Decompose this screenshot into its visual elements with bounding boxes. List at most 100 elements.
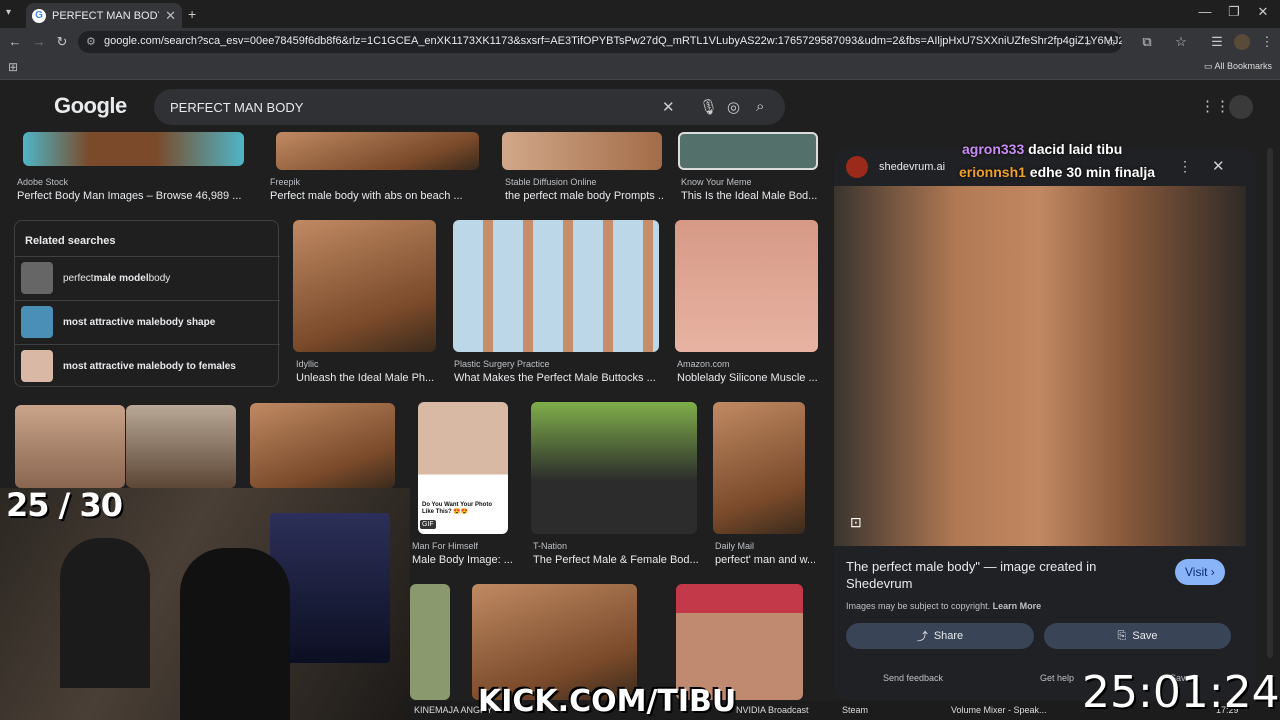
menu-icon[interactable]: ⋮ xyxy=(1258,34,1276,50)
copyright-text: Images may be subject to copyright. xyxy=(846,601,991,611)
chat-message: edhe 30 min finalja xyxy=(1029,164,1156,180)
taskbar-item[interactable]: NVIDIA Broadcast xyxy=(736,705,809,715)
image-result[interactable] xyxy=(676,584,803,700)
related-post: body to females xyxy=(159,360,236,372)
result-source: Idyllic xyxy=(296,359,319,369)
image-result[interactable]: Do You Want Your Photo Like This? 😍😍 GIF xyxy=(418,402,508,534)
extensions-icon[interactable]: ⧉ xyxy=(1138,34,1156,50)
share-button[interactable]: ⤴ Share xyxy=(846,623,1034,649)
related-item[interactable]: perfect male model body xyxy=(15,256,280,299)
image-result[interactable] xyxy=(250,403,395,488)
result-source: T-Nation xyxy=(533,541,568,551)
bookmark-star-icon[interactable]: ☆ xyxy=(1172,34,1190,50)
scrollbar[interactable] xyxy=(1267,148,1273,658)
lens-search-icon[interactable]: ⊡ xyxy=(850,514,862,531)
image-result[interactable] xyxy=(276,132,479,170)
close-window-button[interactable]: ✕ xyxy=(1248,4,1278,24)
site-info-icon[interactable]: ⚙ xyxy=(86,35,96,48)
google-favicon-icon: G xyxy=(32,8,46,23)
learn-more-link[interactable]: Learn More xyxy=(993,601,1042,611)
google-apps-icon[interactable]: ⋮⋮ xyxy=(1200,97,1230,115)
image-result[interactable] xyxy=(472,584,637,700)
chat-line: erionnsh1 edhe 30 min finalja xyxy=(959,164,1155,180)
image-result[interactable] xyxy=(293,220,436,352)
image-result[interactable] xyxy=(410,584,450,700)
result-source: Plastic Surgery Practice xyxy=(454,359,550,369)
get-help-link[interactable]: Get help xyxy=(1040,673,1074,683)
related-item[interactable]: most attractive male body to females xyxy=(15,344,280,387)
result-source: Adobe Stock xyxy=(17,177,69,187)
all-bookmarks[interactable]: ▭ All Bookmarks xyxy=(1204,61,1272,72)
reload-icon[interactable]: ↻ xyxy=(53,34,71,50)
result-caption[interactable]: Perfect Body Man Images – Browse 46,989 … xyxy=(17,190,247,202)
image-result[interactable] xyxy=(713,402,805,534)
clear-icon[interactable]: ✕ xyxy=(662,98,675,116)
taskbar-item[interactable]: Steam xyxy=(842,705,868,715)
search-input[interactable]: PERFECT MAN BODY xyxy=(154,89,785,125)
result-caption[interactable]: The Perfect Male & Female Bod... xyxy=(533,554,698,566)
related-thumb xyxy=(21,306,53,338)
google-logo[interactable]: Google xyxy=(54,93,127,119)
image-result[interactable] xyxy=(453,220,659,352)
all-bookmarks-label: All Bookmarks xyxy=(1214,61,1273,71)
result-source: Freepik xyxy=(270,177,301,187)
title-bar: ▾ G PERFECT MAN BODY - Google ✕ + — ❐ ✕ xyxy=(0,0,1280,28)
preview-image[interactable] xyxy=(834,186,1246,546)
image-result[interactable] xyxy=(23,132,244,166)
image-result[interactable] xyxy=(675,220,818,352)
image-result[interactable] xyxy=(678,132,818,170)
lens-icon[interactable]: ◎ xyxy=(727,98,740,116)
related-pre: perfect xyxy=(63,272,94,284)
taskbar-item[interactable]: Volume Mixer - Speak... xyxy=(951,705,1047,715)
send-feedback-link[interactable]: Send feedback xyxy=(883,673,943,683)
copyright-note: Images may be subject to copyright. Lear… xyxy=(846,601,1041,611)
result-caption[interactable]: Male Body Image: ... xyxy=(412,554,512,566)
panel-close-icon[interactable]: ✕ xyxy=(1212,157,1225,175)
back-icon[interactable]: ← xyxy=(6,34,24,49)
account-avatar[interactable] xyxy=(1229,95,1253,119)
image-result[interactable] xyxy=(126,405,236,488)
related-bold: most attractive male xyxy=(63,316,160,328)
save-button[interactable]: ⎘ Save xyxy=(1044,623,1231,649)
result-caption[interactable]: This Is the Ideal Male Bod... xyxy=(681,190,821,202)
result-caption[interactable]: Noblelady Silicone Muscle ... xyxy=(677,372,817,384)
restore-button[interactable]: ❐ xyxy=(1219,4,1249,24)
related-post: body xyxy=(148,272,171,284)
result-caption[interactable]: the perfect male body Prompts ... xyxy=(505,190,665,202)
visit-button[interactable]: Visit › xyxy=(1175,559,1225,585)
result-caption[interactable]: Unleash the Ideal Male Ph... xyxy=(296,372,436,384)
search-icon[interactable]: ⌕ xyxy=(756,98,764,115)
result-caption[interactable]: Perfect male body with abs on beach ... xyxy=(270,190,480,202)
panel-more-icon[interactable]: ⋮ xyxy=(1178,158,1192,175)
related-bold: most attractive male xyxy=(63,360,160,372)
image-result[interactable] xyxy=(15,405,125,488)
reading-list-icon[interactable]: ☰ xyxy=(1208,34,1226,50)
chat-message: dacid laid tibu xyxy=(1028,141,1123,157)
star-icon[interactable]: ☆ xyxy=(1106,35,1117,49)
image-result[interactable] xyxy=(531,402,697,534)
forward-icon[interactable]: → xyxy=(30,34,48,49)
apps-grid-icon[interactable]: ⊞ xyxy=(8,60,18,74)
tab-title: PERFECT MAN BODY - Google xyxy=(52,9,159,22)
tab-search-icon[interactable]: ▾ xyxy=(6,7,11,18)
panel-site[interactable]: shedevrum.ai xyxy=(879,161,945,173)
minimize-button[interactable]: — xyxy=(1190,4,1220,24)
related-thumb xyxy=(21,350,53,382)
address-bar[interactable]: google.com/search?sca_esv=00ee78459f6db8… xyxy=(78,31,1122,53)
result-source: Man For Himself xyxy=(412,541,479,551)
zoom-icon[interactable]: ⌕ xyxy=(1086,35,1093,50)
related-searches: Related searches perfect male model body… xyxy=(14,220,280,387)
gif-badge: GIF xyxy=(420,520,436,529)
image-result[interactable] xyxy=(502,132,662,170)
mic-icon[interactable]: 🎙 xyxy=(699,98,718,116)
chat-user: agron333 xyxy=(962,141,1025,157)
new-tab-button[interactable]: + xyxy=(188,6,196,22)
panel-title[interactable]: The perfect male body" — image created i… xyxy=(846,558,1146,592)
result-caption[interactable]: What Makes the Perfect Male Buttocks ... xyxy=(454,372,659,384)
tab-active[interactable]: G PERFECT MAN BODY - Google ✕ xyxy=(26,3,182,28)
tab-close-icon[interactable]: ✕ xyxy=(165,8,176,24)
result-caption[interactable]: perfect' man and w... xyxy=(715,554,815,566)
profile-avatar[interactable] xyxy=(1234,34,1250,50)
related-item[interactable]: most attractive male body shape xyxy=(15,300,280,343)
share-icon: ⤴ xyxy=(916,631,928,643)
